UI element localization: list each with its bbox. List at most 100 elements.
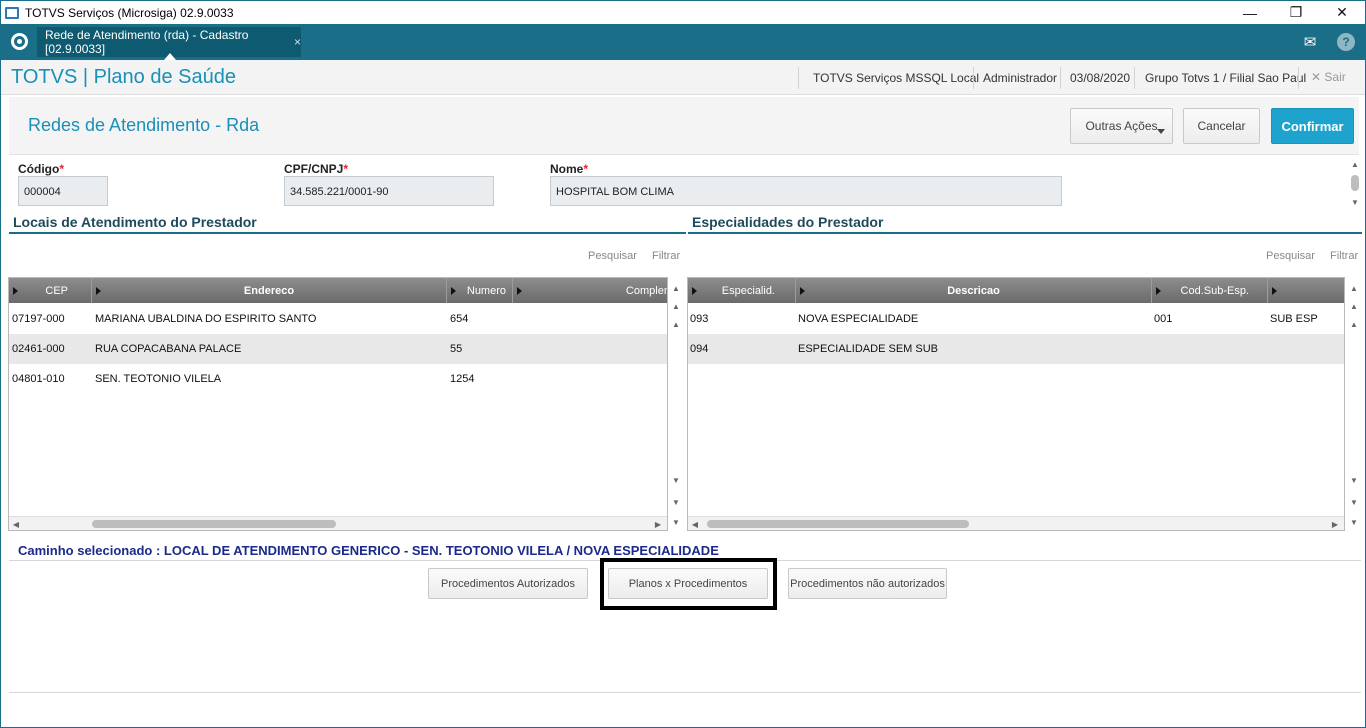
scroll-left-icon[interactable]: ◀ — [9, 517, 23, 530]
page-up-icon[interactable]: ▲ — [1347, 299, 1361, 313]
page-up-icon[interactable]: ▲ — [669, 299, 683, 313]
section-divider — [688, 232, 1362, 234]
codigo-label: Código* — [18, 162, 64, 176]
column-header-sub-especialidade[interactable] — [1268, 278, 1344, 303]
especialidades-horizontal-scrollbar[interactable]: ◀ ▶ — [688, 516, 1344, 530]
close-window-button[interactable]: ✕ — [1319, 1, 1365, 24]
divider — [9, 692, 1361, 693]
cell-cep: 02461-000 — [12, 343, 65, 355]
especialidades-section-title: Especialidades do Prestador — [692, 214, 884, 230]
chevron-down-icon — [1157, 129, 1165, 134]
totvs-logo-icon[interactable] — [11, 33, 28, 50]
first-record-icon[interactable]: ▲ — [669, 281, 683, 295]
cell-numero: 654 — [450, 313, 469, 325]
locais-horizontal-scrollbar[interactable]: ◀ ▶ — [9, 516, 667, 530]
cell-sub-especialidade: SUB ESP — [1270, 313, 1318, 325]
app-icon — [5, 6, 19, 19]
exit-button[interactable]: ✕ Sair — [1311, 70, 1346, 84]
tab-label: Rede de Atendimento (rda) - Cadastro [02… — [45, 28, 249, 56]
cell-especialidade: 094 — [690, 343, 709, 355]
scrollbar-thumb[interactable] — [1351, 175, 1359, 191]
scroll-right-icon[interactable]: ▶ — [1328, 517, 1342, 530]
table-row[interactable]: 04801-010 SEN. TEOTONIO VILELA 1254 — [9, 364, 667, 394]
cell-endereco: MARIANA UBALDINA DO ESPIRITO SANTO — [95, 313, 317, 325]
locais-section-title: Locais de Atendimento do Prestador — [13, 214, 257, 230]
active-tab-indicator — [164, 53, 176, 60]
cell-endereco: SEN. TEOTONIO VILELA — [95, 373, 222, 385]
column-header-endereco[interactable]: Endereco — [92, 278, 447, 303]
maximize-button[interactable]: ❐ — [1273, 1, 1319, 24]
last-record-icon[interactable]: ▼ — [669, 515, 683, 529]
procedimentos-nao-autorizados-button[interactable]: Procedimentos não autorizados — [788, 568, 947, 599]
mail-icon[interactable]: ✉ — [1297, 29, 1323, 55]
help-icon[interactable]: ? — [1337, 33, 1355, 51]
cpf-cnpj-label: CPF/CNPJ* — [284, 162, 349, 176]
cell-endereco: RUA COPACABANA PALACE — [95, 343, 242, 355]
environment-label: TOTVS Serviços MSSQL Local — [813, 71, 980, 85]
procedimentos-autorizados-button[interactable]: Procedimentos Autorizados — [428, 568, 588, 599]
brand-title: TOTVS | Plano de Saúde — [11, 66, 236, 88]
minimize-button[interactable]: — — [1227, 1, 1273, 24]
column-header-numero[interactable]: Numero — [447, 278, 513, 303]
especialidades-filter-link[interactable]: Filtrar — [1330, 250, 1358, 262]
locais-search-link[interactable]: Pesquisar — [588, 250, 637, 262]
page-header: Redes de Atendimento - Rda Outras Ações … — [9, 97, 1359, 155]
cancel-button[interactable]: Cancelar — [1183, 108, 1260, 144]
scrollbar-thumb[interactable] — [707, 520, 969, 528]
app-window: TOTVS Serviços (Microsiga) 02.9.0033 — ❐… — [0, 0, 1366, 728]
table-row[interactable]: 094 ESPECIALIDADE SEM SUB — [688, 334, 1344, 364]
more-actions-button[interactable]: Outras Ações — [1070, 108, 1173, 144]
prev-record-icon[interactable]: ▲ — [1347, 317, 1361, 331]
scroll-left-icon[interactable]: ◀ — [688, 517, 702, 530]
divider — [973, 67, 974, 89]
column-header-cod-sub-esp[interactable]: Cod.Sub-Esp. — [1152, 278, 1268, 303]
divider — [798, 67, 799, 89]
next-record-icon[interactable]: ▼ — [669, 473, 683, 487]
especialidades-record-nav: ▲ ▲ ▲ ▼ ▼ ▼ — [1347, 281, 1363, 531]
first-record-icon[interactable]: ▲ — [1347, 281, 1361, 295]
cell-cep: 07197-000 — [12, 313, 65, 325]
table-row[interactable]: 093 NOVA ESPECIALIDADE 001 SUB ESP — [688, 304, 1344, 334]
cpf-cnpj-field[interactable]: 34.585.221/0001-90 — [284, 176, 494, 206]
divider — [1060, 67, 1061, 89]
especialidades-search-link[interactable]: Pesquisar — [1266, 250, 1315, 262]
cell-cep: 04801-010 — [12, 373, 65, 385]
cell-descricao: NOVA ESPECIALIDADE — [798, 313, 919, 325]
locais-filter-link[interactable]: Filtrar — [652, 250, 680, 262]
user-label: Administrador — [983, 71, 1058, 85]
confirm-button[interactable]: Confirmar — [1271, 108, 1354, 144]
column-header-especialidade[interactable]: Especialid. — [688, 278, 796, 303]
table-row[interactable]: 02461-000 RUA COPACABANA PALACE 55 — [9, 334, 667, 364]
column-header-descricao[interactable]: Descricao — [796, 278, 1152, 303]
more-actions-label: Outras Ações — [1085, 119, 1158, 133]
cell-descricao: ESPECIALIDADE SEM SUB — [798, 343, 938, 355]
scroll-down-icon[interactable]: ▼ — [1348, 195, 1362, 209]
codigo-field[interactable]: 000004 — [18, 176, 108, 206]
table-row[interactable]: 07197-000 MARIANA UBALDINA DO ESPIRITO S… — [9, 304, 667, 334]
cell-cod-sub-esp: 001 — [1154, 313, 1173, 325]
nome-label: Nome* — [550, 162, 589, 176]
divider — [1134, 67, 1135, 89]
page-down-icon[interactable]: ▼ — [669, 495, 683, 509]
scrollbar-thumb[interactable] — [92, 520, 336, 528]
prev-record-icon[interactable]: ▲ — [669, 317, 683, 331]
column-header-cep[interactable]: CEP — [9, 278, 92, 303]
scroll-right-icon[interactable]: ▶ — [651, 517, 665, 530]
app-header: TOTVS | Plano de Saúde TOTVS Serviços MS… — [1, 60, 1365, 95]
form-scrollbar[interactable]: ▲ ▼ — [1348, 157, 1362, 209]
nome-field[interactable]: HOSPITAL BOM CLIMA — [550, 176, 1062, 206]
title-bar: TOTVS Serviços (Microsiga) 02.9.0033 — ❐… — [1, 1, 1365, 24]
date-label: 03/08/2020 — [1070, 71, 1131, 85]
next-record-icon[interactable]: ▼ — [1347, 473, 1361, 487]
tab-close-icon[interactable]: × — [294, 35, 301, 49]
locais-grid-header: CEP Endereco Numero Complem — [9, 278, 667, 303]
especialidades-grid-header: Especialid. Descricao Cod.Sub-Esp. — [688, 278, 1344, 303]
cell-numero: 55 — [450, 343, 463, 355]
column-header-complemento[interactable]: Complem — [513, 278, 667, 303]
tab-bar: Rede de Atendimento (rda) - Cadastro [02… — [1, 24, 1365, 60]
page-down-icon[interactable]: ▼ — [1347, 495, 1361, 509]
last-record-icon[interactable]: ▼ — [1347, 515, 1361, 529]
scroll-up-icon[interactable]: ▲ — [1348, 157, 1362, 171]
company-label: Grupo Totvs 1 / Filial Sao Paul — [1145, 71, 1307, 85]
locais-grid: CEP Endereco Numero Complem 07197-000 MA… — [8, 277, 668, 531]
